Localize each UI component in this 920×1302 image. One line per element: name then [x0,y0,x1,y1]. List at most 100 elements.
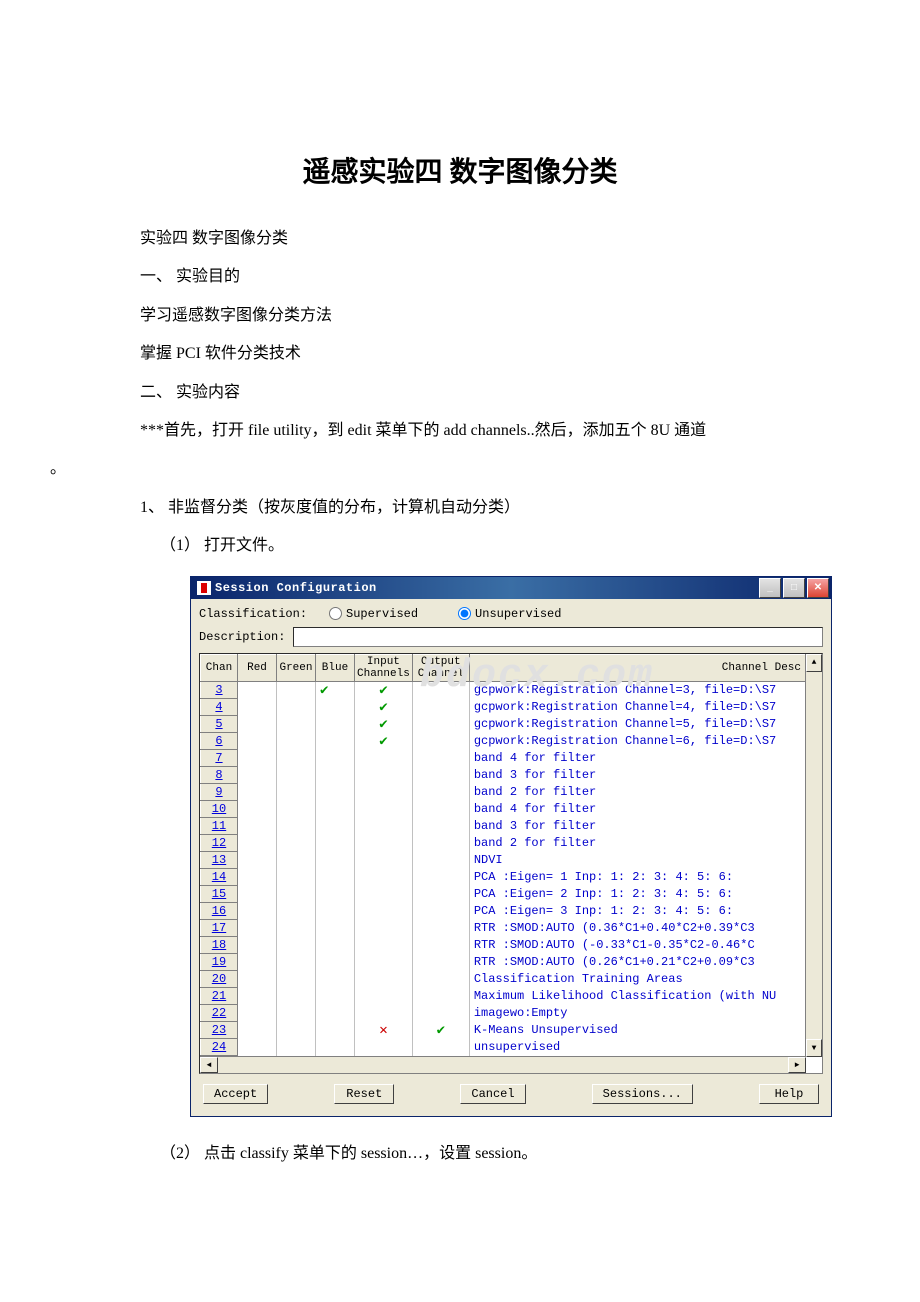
cell-red[interactable] [238,920,277,937]
maximize-button[interactable]: □ [783,578,805,598]
scroll-right-icon[interactable]: ► [788,1057,806,1073]
cell-blue[interactable] [316,886,355,903]
cell-blue[interactable] [316,920,355,937]
table-row[interactable]: 11band 3 for filter [201,818,822,835]
cell-input[interactable] [355,835,413,852]
cell-green[interactable] [277,920,316,937]
cell-red[interactable] [238,954,277,971]
cell-red[interactable] [238,835,277,852]
table-row[interactable]: 9 band 2 for filter [201,784,822,801]
cell-desc[interactable]: band 2 for filter [469,784,821,801]
row-number[interactable]: 6 [201,733,238,750]
cell-blue[interactable] [316,954,355,971]
table-row[interactable]: 10band 4 for filter [201,801,822,818]
cell-green[interactable] [277,903,316,920]
cell-red[interactable] [238,1022,277,1039]
horizontal-scrollbar[interactable]: ◄ ► [200,1056,806,1073]
col-green[interactable]: Green [277,654,316,681]
cell-desc[interactable]: PCA :Eigen= 1 Inp: 1: 2: 3: 4: 5: 6: [469,869,821,886]
cell-desc[interactable]: Maximum Likelihood Classification (with … [469,988,821,1005]
cell-input[interactable] [355,869,413,886]
cell-red[interactable] [238,801,277,818]
row-number[interactable]: 23 [201,1022,238,1039]
cell-blue[interactable] [316,733,355,750]
vertical-scrollbar[interactable]: ▲ ▼ [805,654,822,1058]
cell-red[interactable] [238,1005,277,1022]
cell-red[interactable] [238,716,277,733]
cell-blue[interactable] [316,699,355,716]
row-number[interactable]: 11 [201,818,238,835]
cell-green[interactable] [277,699,316,716]
cell-green[interactable] [277,886,316,903]
cell-input[interactable] [355,886,413,903]
cell-red[interactable] [238,818,277,835]
cell-blue[interactable] [316,818,355,835]
cell-input[interactable] [355,784,413,801]
cell-input[interactable] [355,750,413,767]
cell-blue[interactable]: ✔ [316,681,355,699]
cell-output[interactable] [412,784,469,801]
col-blue[interactable]: Blue [316,654,355,681]
row-number[interactable]: 17 [201,920,238,937]
cell-input[interactable]: ✔ [355,681,413,699]
cell-output[interactable] [412,733,469,750]
cell-output[interactable] [412,971,469,988]
cell-blue[interactable] [316,767,355,784]
cell-output[interactable] [412,920,469,937]
cell-green[interactable] [277,852,316,869]
cell-input[interactable] [355,1039,413,1056]
cell-output[interactable] [412,869,469,886]
cell-output[interactable] [412,801,469,818]
cancel-button[interactable]: Cancel [460,1084,525,1104]
cell-output[interactable] [412,818,469,835]
cell-output[interactable] [412,767,469,784]
cell-green[interactable] [277,937,316,954]
cell-desc[interactable]: gcpwork:Registration Channel=6, file=D:\… [469,733,821,750]
reset-button[interactable]: Reset [334,1084,394,1104]
cell-desc[interactable]: PCA :Eigen= 2 Inp: 1: 2: 3: 4: 5: 6: [469,886,821,903]
titlebar[interactable]: Session Configuration _ □ ✕ [191,577,831,599]
table-row[interactable]: 5✔gcpwork:Registration Channel=5, file=D… [201,716,822,733]
cell-blue[interactable] [316,1039,355,1056]
cell-output[interactable] [412,681,469,699]
cell-green[interactable] [277,869,316,886]
table-row[interactable]: 23✕✔K-Means Unsupervised [201,1022,822,1039]
table-row[interactable]: 15PCA :Eigen= 2 Inp: 1: 2: 3: 4: 5: 6: [201,886,822,903]
close-button[interactable]: ✕ [807,578,829,598]
row-number[interactable]: 9 [201,784,238,801]
col-desc[interactable]: Channel Desc [469,654,821,681]
cell-output[interactable] [412,886,469,903]
table-row[interactable]: 22imagewo:Empty [201,1005,822,1022]
cell-green[interactable] [277,767,316,784]
cell-output[interactable] [412,750,469,767]
row-number[interactable]: 14 [201,869,238,886]
cell-blue[interactable] [316,971,355,988]
cell-blue[interactable] [316,1022,355,1039]
cell-output[interactable] [412,835,469,852]
cell-desc[interactable]: gcpwork:Registration Channel=4, file=D:\… [469,699,821,716]
table-row[interactable]: 6✔gcpwork:Registration Channel=6, file=D… [201,733,822,750]
cell-desc[interactable]: K-Means Unsupervised [469,1022,821,1039]
row-number[interactable]: 13 [201,852,238,869]
cell-desc[interactable]: gcpwork:Registration Channel=3, file=D:\… [469,681,821,699]
cell-desc[interactable]: band 3 for filter [469,767,821,784]
cell-green[interactable] [277,835,316,852]
cell-red[interactable] [238,699,277,716]
cell-blue[interactable] [316,716,355,733]
table-row[interactable]: 13NDVI [201,852,822,869]
cell-red[interactable] [238,784,277,801]
table-row[interactable]: 24unsupervised [201,1039,822,1056]
cell-desc[interactable]: gcpwork:Registration Channel=5, file=D:\… [469,716,821,733]
row-number[interactable]: 7 [201,750,238,767]
cell-green[interactable] [277,1022,316,1039]
cell-desc[interactable]: PCA :Eigen= 3 Inp: 1: 2: 3: 4: 5: 6: [469,903,821,920]
cell-blue[interactable] [316,988,355,1005]
cell-green[interactable] [277,681,316,699]
cell-red[interactable] [238,869,277,886]
table-row[interactable]: 7band 4 for filter [201,750,822,767]
cell-red[interactable] [238,937,277,954]
cell-red[interactable] [238,971,277,988]
table-row[interactable]: 4✔gcpwork:Registration Channel=4, file=D… [201,699,822,716]
row-number[interactable]: 5 [201,716,238,733]
table-row[interactable]: 20Classification Training Areas [201,971,822,988]
